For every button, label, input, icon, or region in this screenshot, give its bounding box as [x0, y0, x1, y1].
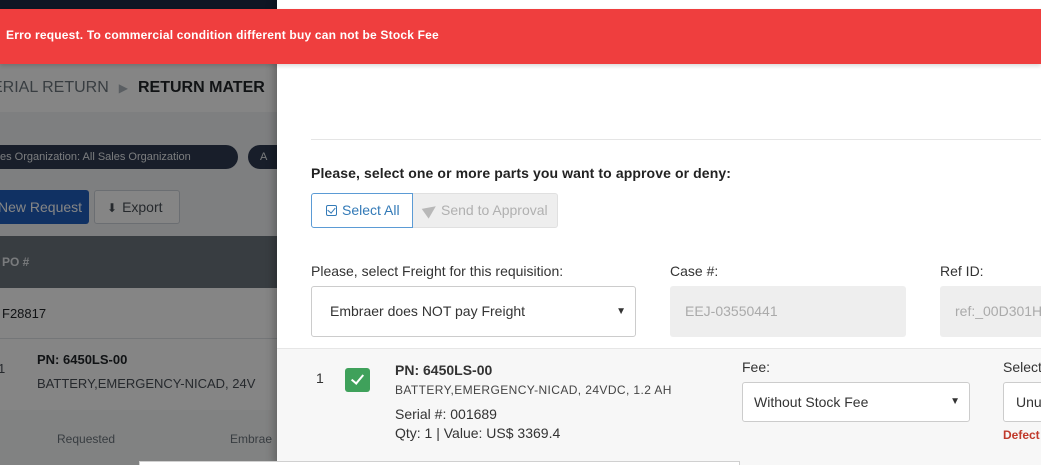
- send-to-approval-label: Send to Approval: [441, 202, 548, 218]
- error-toast[interactable]: Erro request. To commercial condition di…: [0, 9, 1041, 64]
- ref-id-label: Ref ID:: [940, 263, 984, 279]
- condition-label: Select: [1003, 359, 1041, 375]
- ref-id-field: ref:_00D301H: [940, 286, 1041, 337]
- part-row: 1 PN: 6450LS-00 BATTERY,EMERGENCY-NICAD,…: [277, 348, 1041, 465]
- case-label: Case #:: [670, 263, 719, 279]
- condition-select[interactable]: Unu: [1003, 382, 1041, 422]
- bottom-panel-edge: [139, 461, 740, 465]
- part-description: BATTERY,EMERGENCY-NICAD, 24VDC, 1.2 AH: [395, 383, 672, 397]
- chevron-down-icon: ▼: [950, 396, 960, 407]
- selection-prompt: Please, select one or more parts you wan…: [311, 165, 731, 181]
- chevron-down-icon: ▼: [616, 306, 626, 317]
- fee-label: Fee:: [742, 359, 771, 375]
- freight-select[interactable]: Embraer does NOT pay Freight ▼: [311, 286, 636, 337]
- select-all-button[interactable]: Select All: [311, 193, 413, 228]
- paper-plane-icon: [421, 201, 440, 219]
- part-qty-value: Qty: 1 | Value: US$ 3369.4: [395, 425, 561, 441]
- freight-value: Embraer does NOT pay Freight: [330, 303, 526, 319]
- modal-backdrop[interactable]: [0, 0, 277, 465]
- part-checkbox-checked[interactable]: [345, 368, 370, 392]
- part-serial: Serial #: 001689: [395, 406, 497, 422]
- select-all-label: Select All: [342, 202, 400, 218]
- fee-value: Without Stock Fee: [754, 394, 869, 410]
- case-number-field: EEJ-03550441: [670, 286, 906, 337]
- send-to-approval-button[interactable]: Send to Approval: [413, 193, 558, 228]
- fee-select[interactable]: Without Stock Fee ▼: [742, 382, 970, 422]
- part-number: PN: 6450LS-00: [395, 362, 493, 378]
- freight-label: Please, select Freight for this requisit…: [311, 263, 564, 279]
- defect-warning: Defect: [1003, 428, 1040, 442]
- part-index: 1: [316, 370, 324, 386]
- error-message: Erro request. To commercial condition di…: [6, 28, 439, 42]
- background-page: ERIAL RETURN ▶ RETURN MATER es Organizat…: [0, 0, 277, 465]
- divider: [311, 139, 1041, 140]
- checkbox-icon: [326, 205, 337, 216]
- approval-modal: Please, select one or more parts you wan…: [277, 0, 1041, 465]
